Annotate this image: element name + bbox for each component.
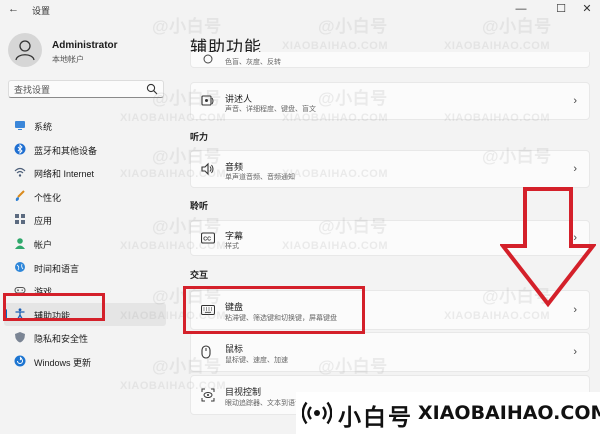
color-filters-card[interactable]: 色盲、灰度、反转	[190, 52, 590, 68]
eye-tracking-icon	[201, 388, 215, 402]
chevron-right-icon: ›	[573, 346, 577, 358]
window-title: 设置	[32, 6, 51, 16]
wifi-icon	[14, 168, 26, 177]
sidebar-item-bluetooth[interactable]: 蓝牙和其他设备	[4, 138, 166, 162]
sidebar-item-accounts[interactable]: 帐户	[4, 232, 166, 256]
sidebar-item-privacy[interactable]: 隐私和安全性	[4, 326, 166, 350]
watermark: XIAOBAIHAO.COM	[282, 40, 388, 52]
brand-name-cn: 小白号	[338, 405, 413, 431]
user-icon	[15, 40, 35, 61]
bluetooth-icon	[14, 143, 26, 155]
search-icon[interactable]	[146, 83, 158, 95]
down-arrow-icon	[500, 187, 596, 308]
section-hearing: 听力	[190, 132, 209, 142]
broadcast-logo-icon	[302, 401, 332, 425]
minimize-button[interactable]: —	[508, 1, 534, 17]
sidebar-item-network[interactable]: 网络和 Internet	[4, 161, 166, 185]
sidebar-item-apps[interactable]: 应用	[4, 208, 166, 232]
watermark: XIAOBAIHAO.COM	[444, 40, 550, 52]
brand-watermark-bar: 小白号 XIAOBAIHAO.COM	[296, 392, 600, 434]
avatar[interactable]	[8, 33, 42, 67]
mouse-card[interactable]: 鼠标 鼠标键、速度、加速 ›	[190, 332, 590, 372]
highlight-box-keyboard	[183, 286, 365, 334]
back-arrow-icon[interactable]: ←	[8, 3, 19, 15]
monitor-icon	[15, 121, 25, 130]
profile-name: Administrator	[52, 40, 118, 51]
apps-icon	[15, 214, 25, 225]
sidebar-item-time-language[interactable]: 时间和语言	[4, 256, 166, 280]
narrator-icon	[201, 95, 214, 106]
section-interaction: 交互	[190, 270, 209, 280]
color-filter-icon	[203, 54, 213, 64]
maximize-button[interactable]: ☐	[548, 1, 574, 17]
search-box[interactable]	[8, 80, 164, 98]
sidebar-item-windows-update[interactable]: Windows 更新	[4, 350, 166, 374]
sidebar-item-system[interactable]: 系统	[4, 114, 166, 138]
mouse-icon	[201, 345, 211, 359]
search-input[interactable]	[14, 83, 144, 96]
profile-account-type: 本地帐户	[52, 55, 84, 64]
close-button[interactable]: ✕	[574, 1, 600, 17]
sidebar-item-personalization[interactable]: 个性化	[4, 185, 166, 209]
chevron-right-icon: ›	[573, 95, 577, 107]
svg-text:CC: CC	[203, 237, 211, 243]
captions-icon: CC	[201, 232, 215, 244]
brand-name-en: XIAOBAIHAO.COM	[418, 402, 600, 424]
speaker-icon	[201, 162, 214, 176]
update-icon	[14, 355, 26, 367]
brush-icon	[15, 190, 25, 201]
section-listening: 聆听	[190, 201, 209, 211]
audio-card[interactable]: 音频 单声道音频、音频通知 ›	[190, 150, 590, 188]
shield-icon	[15, 332, 25, 343]
narrator-card[interactable]: 讲述人 声音、详细程度、键盘、盲文 ›	[190, 82, 590, 120]
globe-icon	[15, 261, 25, 272]
sidebar-nav: 系统 蓝牙和其他设备 网络和 Internet 个性化 应用 帐户 时间和语言 …	[4, 114, 166, 374]
highlight-box-accessibility	[3, 293, 105, 321]
account-icon	[15, 238, 25, 249]
title-bar: ← 设置 — ☐ ✕	[0, 0, 600, 20]
chevron-right-icon: ›	[573, 163, 577, 175]
